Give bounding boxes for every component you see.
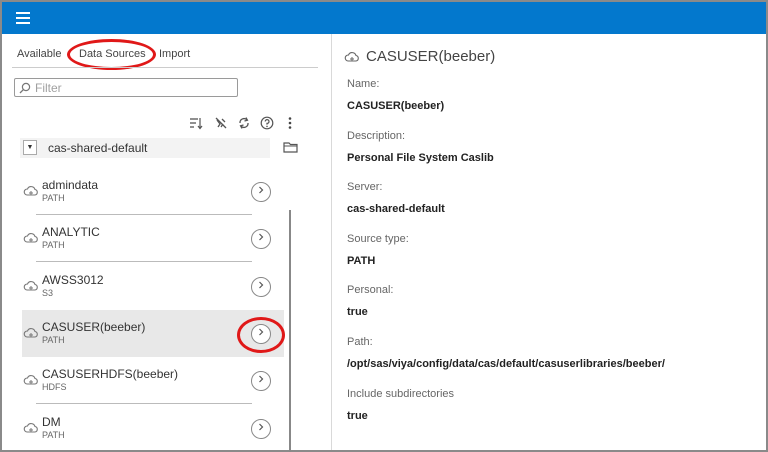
tab-available[interactable]: Available — [17, 48, 61, 60]
caslib-item[interactable]: CASUSERHDFS(beeber) HDFS — [22, 357, 284, 405]
help-icon[interactable] — [259, 116, 275, 132]
caslib-type: PATH — [42, 429, 65, 440]
field-label: Description: — [347, 129, 406, 142]
hamburger-icon[interactable] — [16, 12, 30, 24]
folder-icon[interactable] — [283, 140, 299, 154]
field-value: /opt/sas/viya/config/data/cas/default/ca… — [347, 358, 665, 370]
caslib-item[interactable]: ANALYTIC PATH — [22, 215, 284, 263]
field-label: Name: — [347, 78, 380, 90]
caslib-type: PATH — [42, 334, 65, 345]
refresh-icon[interactable] — [236, 116, 252, 132]
caslib-name: AWSS3012 — [42, 272, 104, 287]
caslib-type: PATH — [42, 240, 65, 251]
search-icon — [19, 82, 31, 94]
scrollbar[interactable] — [289, 210, 291, 452]
field-value: PATH — [347, 254, 376, 267]
details-panel: CASUSER(beeber) Name: CASUSER(beeber) Desc… — [332, 34, 766, 450]
filter-input[interactable] — [14, 78, 238, 97]
cloud-icon — [23, 184, 39, 198]
field-value: true — [347, 409, 368, 422]
more-icon[interactable] — [282, 116, 298, 132]
cloud-icon — [344, 50, 360, 64]
caslib-item[interactable]: admindata PATH — [22, 168, 284, 215]
field-label: Include subdirectories — [347, 387, 455, 400]
field-value: CASUSER(beeber) — [347, 100, 445, 112]
chevron-right-icon[interactable] — [251, 229, 271, 250]
caslib-item[interactable]: DM PATH — [22, 405, 284, 452]
field-value: Personal File System Caslib — [347, 151, 494, 164]
caslib-name: DM — [42, 414, 61, 429]
caslib-type: PATH — [42, 193, 65, 203]
left-panel: Available Data Sources Import ▼ cas-shar… — [2, 34, 332, 452]
caslib-name: CASUSER(beeber) — [42, 319, 146, 334]
field-label: Source type: — [347, 232, 409, 245]
cloud-icon — [23, 373, 39, 387]
chevron-right-icon[interactable] — [251, 276, 271, 297]
caslib-type: S3 — [42, 287, 54, 298]
caslib-name: CASUSERHDFS(beeber) — [42, 367, 179, 382]
sort-icon[interactable] — [188, 116, 204, 132]
chevron-right-icon[interactable] — [251, 182, 271, 202]
caslib-name: admindata — [42, 178, 99, 192]
field-value: true — [347, 306, 368, 319]
tabs-divider — [12, 67, 318, 68]
chevron-right-icon[interactable] — [251, 418, 271, 439]
disconnect-icon[interactable] — [213, 116, 229, 132]
field-label: Personal: — [347, 284, 394, 297]
field-label: Path: — [347, 336, 373, 348]
app-header — [2, 2, 766, 34]
tab-import[interactable]: Import — [159, 48, 190, 60]
details-title: CASUSER(beeber) — [366, 48, 496, 65]
caslib-item[interactable]: AWSS3012 S3 — [22, 263, 284, 310]
annotation-circle-arrow — [237, 317, 285, 353]
field-label: Server: — [347, 181, 383, 194]
server-name: cas-shared-default — [48, 141, 148, 155]
caslib-list: admindata PATH ANALYTIC PATH AWSS3012 S3 CASUS… — [16, 168, 288, 450]
annotation-circle-tab — [67, 39, 156, 70]
cloud-icon — [23, 231, 39, 245]
cloud-icon — [23, 326, 39, 340]
chevron-right-icon[interactable] — [251, 371, 271, 392]
tab-bar: Available Data Sources Import — [2, 34, 332, 70]
cloud-icon — [23, 421, 39, 435]
caslib-name: ANALYTIC — [42, 225, 100, 240]
expand-toggle[interactable]: ▼ — [23, 140, 37, 155]
cloud-icon — [23, 279, 39, 293]
field-value: cas-shared-default — [347, 203, 445, 216]
server-selector[interactable]: ▼ cas-shared-default — [20, 138, 270, 158]
caslib-type: HDFS — [42, 382, 67, 393]
